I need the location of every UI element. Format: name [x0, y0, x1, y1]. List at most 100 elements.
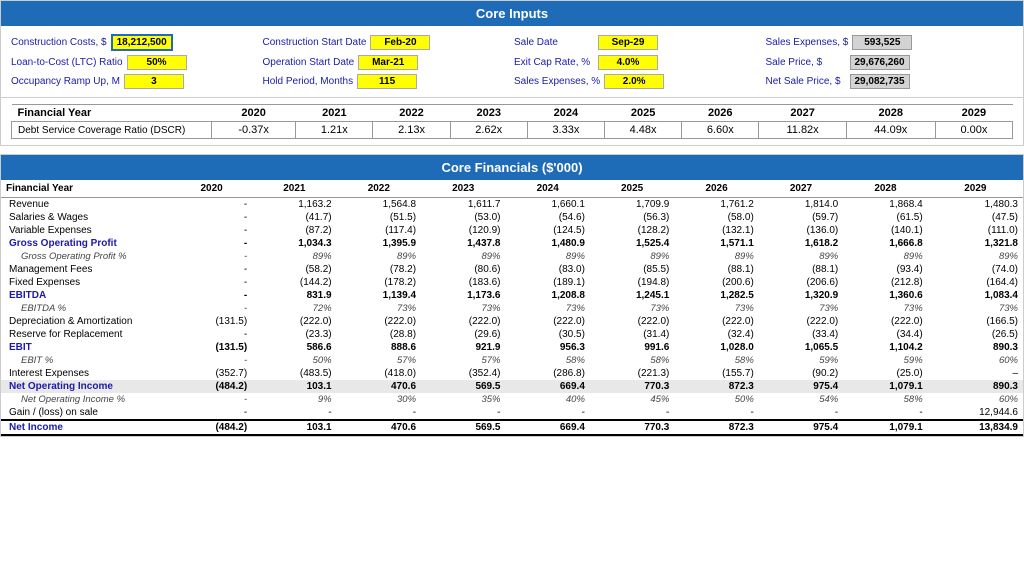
- fin-row-9: EBITDA %-72%73%73%73%73%73%73%73%73%: [1, 302, 1023, 315]
- construction-costs-value[interactable]: 18,212,500: [111, 34, 173, 51]
- row-val-8: (222.0): [843, 315, 927, 328]
- input-row-2: Construction Start Date Feb-20: [263, 34, 511, 51]
- dscr-label: Debt Service Coverage Ratio (DSCR): [12, 122, 212, 139]
- sale-price-value: 29,676,260: [850, 55, 910, 70]
- fin-row-7: Fixed Expenses-(144.2)(178.2)(183.6)(189…: [1, 276, 1023, 289]
- financial-year-label: Financial Year: [12, 105, 212, 122]
- row-val-6: 1,761.2: [674, 198, 758, 212]
- sale-date-label: Sale Date: [514, 37, 594, 48]
- row-val-3: 1,437.8: [421, 237, 505, 250]
- row-val-9: –: [928, 367, 1023, 380]
- fy-2024: 2024: [527, 105, 604, 122]
- row-val-9: (47.5): [928, 211, 1023, 224]
- row-val-8: 73%: [843, 302, 927, 315]
- fin-row-17: Gain / (loss) on sale---------12,944.6: [1, 406, 1023, 420]
- row-val-5: 1,245.1: [590, 289, 674, 302]
- sales-expenses-pct-value[interactable]: 2.0%: [604, 74, 664, 89]
- row-val-9: 60%: [928, 354, 1023, 367]
- fin-row-11: Reserve for Replacement-(23.3)(28.8)(29.…: [1, 328, 1023, 341]
- hold-period-value[interactable]: 115: [357, 74, 417, 89]
- row-val-2: (117.4): [337, 224, 421, 237]
- row-val-7: 54%: [759, 393, 843, 406]
- row-val-6: 872.3: [674, 420, 758, 435]
- row-val-4: (30.5): [505, 328, 589, 341]
- row-val-8: (140.1): [843, 224, 927, 237]
- row-val-4: (54.6): [505, 211, 589, 224]
- row-val-5: 1,525.4: [590, 237, 674, 250]
- dscr-table: Financial Year 2020 2021 2022 2023 2024 …: [11, 104, 1013, 139]
- row-val-5: 45%: [590, 393, 674, 406]
- occupancy-value[interactable]: 3: [124, 74, 184, 89]
- row-val-7: 1,320.9: [759, 289, 843, 302]
- row-val-3: (352.4): [421, 367, 505, 380]
- row-label: Revenue: [1, 198, 171, 212]
- row-val-9: 73%: [928, 302, 1023, 315]
- row-val-0: -: [171, 237, 252, 250]
- fin-year-2023: 2023: [421, 180, 505, 198]
- row-val-3: 1,611.7: [421, 198, 505, 212]
- row-val-3: 57%: [421, 354, 505, 367]
- row-val-4: 89%: [505, 250, 589, 263]
- dscr-2022: 2.13x: [373, 122, 450, 139]
- row-val-5: (31.4): [590, 328, 674, 341]
- row-val-4: -: [505, 406, 589, 420]
- fin-year-2025: 2025: [590, 180, 674, 198]
- row-val-3: (53.0): [421, 211, 505, 224]
- fin-row-4: Gross Operating Profit-1,034.31,395.91,4…: [1, 237, 1023, 250]
- input-row-5: Loan-to-Cost (LTC) Ratio 50%: [11, 55, 259, 70]
- row-val-8: 1,868.4: [843, 198, 927, 212]
- row-val-5: (128.2): [590, 224, 674, 237]
- row-label: Management Fees: [1, 263, 171, 276]
- row-label: Gross Operating Profit: [1, 237, 171, 250]
- row-label: Net Operating Income: [1, 380, 171, 393]
- construction-costs-label: Construction Costs, $: [11, 37, 107, 48]
- row-val-0: -: [171, 263, 252, 276]
- row-val-6: (58.0): [674, 211, 758, 224]
- row-label: Gain / (loss) on sale: [1, 406, 171, 420]
- exit-cap-value[interactable]: 4.0%: [598, 55, 658, 70]
- row-val-5: (85.5): [590, 263, 674, 276]
- row-val-7: (136.0): [759, 224, 843, 237]
- ltc-value[interactable]: 50%: [127, 55, 187, 70]
- fin-row-2: Salaries & Wages-(41.7)(51.5)(53.0)(54.6…: [1, 211, 1023, 224]
- row-val-4: 669.4: [505, 420, 589, 435]
- dscr-section: Financial Year 2020 2021 2022 2023 2024 …: [1, 97, 1023, 145]
- row-val-4: (124.5): [505, 224, 589, 237]
- construction-start-value[interactable]: Feb-20: [370, 35, 430, 50]
- fin-row-14: Interest Expenses(352.7)(483.5)(418.0)(3…: [1, 367, 1023, 380]
- row-val-0: -: [171, 198, 252, 212]
- row-val-8: (93.4): [843, 263, 927, 276]
- dscr-2023: 2.62x: [450, 122, 527, 139]
- row-val-2: (78.2): [337, 263, 421, 276]
- fin-row-16: Net Operating Income %-9%30%35%40%45%50%…: [1, 393, 1023, 406]
- row-val-6: (32.4): [674, 328, 758, 341]
- row-label: Fixed Expenses: [1, 276, 171, 289]
- row-val-2: 57%: [337, 354, 421, 367]
- fin-year-2027: 2027: [759, 180, 843, 198]
- dscr-2024: 3.33x: [527, 122, 604, 139]
- row-val-8: 1,666.8: [843, 237, 927, 250]
- fin-year-2022: 2022: [337, 180, 421, 198]
- row-val-5: 73%: [590, 302, 674, 315]
- row-val-1: 1,034.3: [252, 237, 336, 250]
- core-inputs-title: Core Inputs: [1, 1, 1023, 26]
- input-row-8: Sale Price, $ 29,676,260: [766, 55, 1014, 70]
- row-val-2: (418.0): [337, 367, 421, 380]
- row-val-8: 1,079.1: [843, 420, 927, 435]
- row-val-1: (222.0): [252, 315, 336, 328]
- inputs-grid: Construction Costs, $ 18,212,500 Constru…: [1, 26, 1023, 97]
- row-val-2: (178.2): [337, 276, 421, 289]
- exit-cap-label: Exit Cap Rate, %: [514, 57, 594, 68]
- row-val-9: 60%: [928, 393, 1023, 406]
- row-val-1: 103.1: [252, 420, 336, 435]
- operation-start-value[interactable]: Mar-21: [358, 55, 418, 70]
- row-val-6: 58%: [674, 354, 758, 367]
- row-val-1: 89%: [252, 250, 336, 263]
- dscr-2027: 11.82x: [759, 122, 846, 139]
- row-val-7: 59%: [759, 354, 843, 367]
- input-row-7: Exit Cap Rate, % 4.0%: [514, 55, 762, 70]
- row-val-1: (87.2): [252, 224, 336, 237]
- row-val-1: (144.2): [252, 276, 336, 289]
- row-val-8: (34.4): [843, 328, 927, 341]
- sale-date-value[interactable]: Sep-29: [598, 35, 658, 50]
